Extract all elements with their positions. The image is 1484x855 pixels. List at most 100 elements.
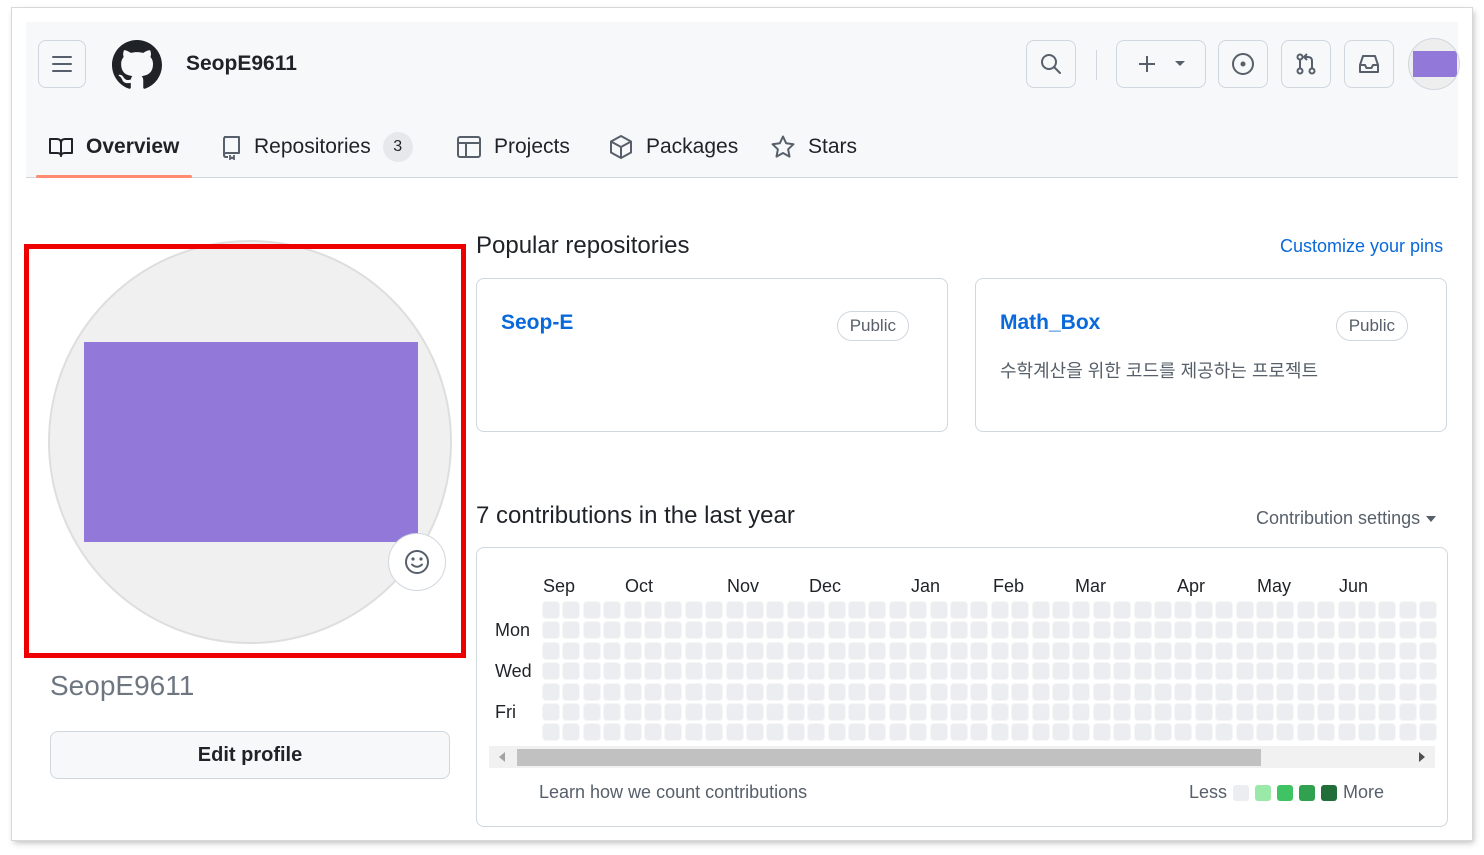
contribution-day[interactable] [827, 601, 846, 619]
contribution-day[interactable] [1031, 682, 1050, 701]
contribution-day[interactable] [542, 621, 560, 640]
contribution-day[interactable] [848, 723, 866, 742]
contribution-day[interactable] [1378, 703, 1397, 721]
contribution-day[interactable] [1113, 621, 1132, 640]
contribution-day[interactable] [1296, 601, 1315, 619]
contribution-day[interactable] [827, 723, 846, 742]
contribution-day[interactable] [562, 703, 581, 721]
contribution-day[interactable] [1419, 601, 1438, 619]
contribution-day[interactable] [786, 703, 805, 721]
contribution-day[interactable] [1358, 662, 1376, 681]
contribution-day[interactable] [848, 662, 866, 681]
contribution-day[interactable] [1194, 703, 1213, 721]
contribution-day[interactable] [1154, 601, 1172, 619]
contribution-day[interactable] [1256, 703, 1274, 721]
contribution-day[interactable] [1276, 641, 1295, 660]
contribution-day[interactable] [970, 641, 989, 660]
contribution-day[interactable] [1194, 682, 1213, 701]
contribution-day[interactable] [644, 641, 662, 660]
contribution-day[interactable] [1317, 682, 1336, 701]
contribution-day[interactable] [1235, 621, 1254, 640]
contribution-day[interactable] [1113, 601, 1132, 619]
contribution-day[interactable] [644, 601, 662, 619]
contribution-day[interactable] [888, 601, 907, 619]
contribution-day[interactable] [623, 723, 642, 742]
contribution-day[interactable] [1256, 641, 1274, 660]
contribution-day[interactable] [1215, 703, 1234, 721]
contribution-day[interactable] [1031, 723, 1050, 742]
contribution-day[interactable] [644, 703, 662, 721]
contribution-day[interactable] [990, 641, 1009, 660]
contribution-day[interactable] [1215, 621, 1234, 640]
contribution-day[interactable] [807, 621, 826, 640]
contribution-day[interactable] [1296, 641, 1315, 660]
contribution-day[interactable] [868, 641, 887, 660]
contribution-day[interactable] [1031, 641, 1050, 660]
contribution-day[interactable] [1072, 703, 1091, 721]
contribution-day[interactable] [1215, 641, 1234, 660]
contribution-day[interactable] [766, 703, 785, 721]
contribution-day[interactable] [950, 662, 968, 681]
contribution-day[interactable] [1398, 662, 1417, 681]
contribution-day[interactable] [868, 621, 887, 640]
contribution-day[interactable] [1011, 662, 1030, 681]
contribution-day[interactable] [1256, 662, 1274, 681]
contribution-day[interactable] [1317, 703, 1336, 721]
contribution-day[interactable] [1296, 682, 1315, 701]
menu-button[interactable] [38, 40, 86, 88]
contribution-day[interactable] [1296, 662, 1315, 681]
contribution-day[interactable] [542, 703, 560, 721]
contribution-day[interactable] [848, 682, 866, 701]
contribution-day[interactable] [1378, 621, 1397, 640]
contribution-day[interactable] [644, 621, 662, 640]
contribution-day[interactable] [1235, 703, 1254, 721]
contribution-day[interactable] [582, 621, 601, 640]
scroll-left-icon[interactable] [499, 752, 505, 762]
contribution-day[interactable] [725, 662, 744, 681]
tab-overview[interactable]: Overview [48, 116, 179, 178]
contribution-day[interactable] [909, 682, 928, 701]
contribution-day[interactable] [1031, 621, 1050, 640]
repo-link[interactable]: Seop-E [501, 311, 573, 335]
contribution-day[interactable] [1194, 723, 1213, 742]
contribution-day[interactable] [1358, 601, 1376, 619]
contribution-day[interactable] [909, 723, 928, 742]
contribution-day[interactable] [1011, 641, 1030, 660]
contribution-day[interactable] [909, 662, 928, 681]
contribution-day[interactable] [542, 641, 560, 660]
contribution-day[interactable] [970, 601, 989, 619]
contribution-day[interactable] [664, 703, 683, 721]
scroll-right-icon[interactable] [1419, 752, 1425, 762]
contribution-settings-dropdown[interactable]: Contribution settings [1256, 508, 1437, 529]
github-logo-icon[interactable] [112, 40, 162, 90]
contribution-day[interactable] [1174, 723, 1193, 742]
contribution-day[interactable] [1358, 703, 1376, 721]
contribution-day[interactable] [868, 703, 887, 721]
contribution-day[interactable] [1215, 601, 1234, 619]
contribution-day[interactable] [1296, 723, 1315, 742]
contribution-day[interactable] [623, 601, 642, 619]
contribution-day[interactable] [827, 621, 846, 640]
contribution-day[interactable] [909, 601, 928, 619]
contribution-day[interactable] [1256, 601, 1274, 619]
contribution-day[interactable] [909, 703, 928, 721]
contribution-day[interactable] [1398, 723, 1417, 742]
contribution-day[interactable] [725, 601, 744, 619]
contribution-day[interactable] [766, 621, 785, 640]
contribution-day[interactable] [1113, 682, 1132, 701]
contribution-day[interactable] [603, 723, 622, 742]
contribution-day[interactable] [1154, 682, 1172, 701]
calendar-scrollbar[interactable] [489, 746, 1435, 768]
contribution-day[interactable] [1011, 601, 1030, 619]
contribution-day[interactable] [1052, 662, 1070, 681]
contribution-day[interactable] [1113, 703, 1132, 721]
contribution-day[interactable] [1276, 703, 1295, 721]
contribution-day[interactable] [603, 621, 622, 640]
contribution-day[interactable] [990, 662, 1009, 681]
contribution-day[interactable] [684, 641, 703, 660]
contribution-day[interactable] [1052, 703, 1070, 721]
contribution-day[interactable] [582, 641, 601, 660]
contribution-day[interactable] [1133, 723, 1152, 742]
contribution-day[interactable] [623, 641, 642, 660]
contribution-day[interactable] [1133, 682, 1152, 701]
